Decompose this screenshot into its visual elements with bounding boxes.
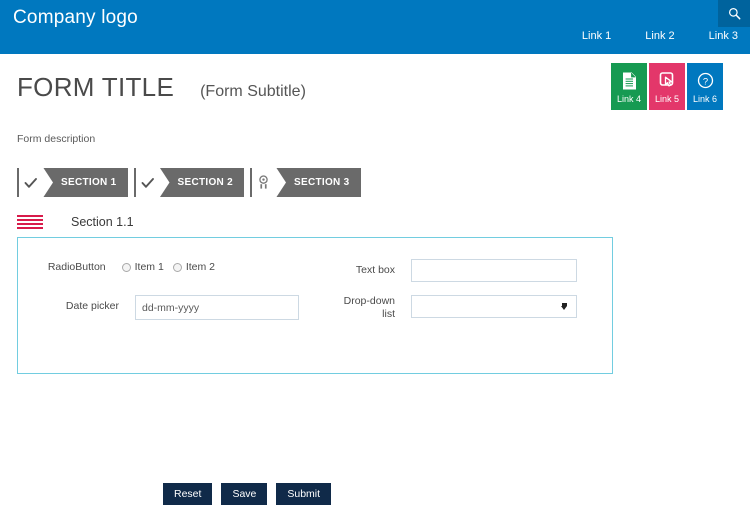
tile-link-5[interactable]: Link 5 [649,63,685,110]
date-picker-input[interactable] [135,295,299,320]
text-box-label: Text box [355,264,395,276]
section-tab-1[interactable]: SECTION 1 [17,168,128,197]
radio-option-item-2[interactable]: Item 2 [172,261,215,273]
svg-text:?: ? [702,76,707,87]
company-logo: Company logo [13,7,138,28]
subsection-header: Section 1.1 [17,215,134,229]
page-title: FORM TITLE [17,72,175,102]
page-title-row: FORM TITLE (Form Subtitle) [17,72,306,103]
submit-button[interactable]: Submit [276,483,332,505]
subsection-title: Section 1.1 [71,215,134,229]
tile-link-4[interactable]: Link 4 [611,63,647,110]
help-circle-icon: ? [697,70,714,92]
section-tabs: SECTION 1 SECTION 2 SECTION 3 [17,168,367,197]
check-icon [19,168,53,197]
check-icon [135,168,170,197]
radio-option-item-1-label: Item 1 [134,261,164,273]
page-subtitle: (Form Subtitle) [200,83,306,100]
nav-link-3[interactable]: Link 3 [709,30,738,42]
reset-button[interactable]: Reset [163,483,213,505]
save-button[interactable]: Save [221,483,268,505]
tile-link-6[interactable]: ? Link 6 [687,63,723,110]
field-text-box: Text box [323,259,603,282]
dropdown-label-line1: Drop-down [343,295,395,307]
section-tab-3-label: SECTION 3 [294,177,350,188]
radio-option-item-1[interactable]: Item 1 [121,261,164,273]
quick-link-tiles: Link 4 Link 5 ? Link 6 [611,63,723,110]
search-button[interactable] [718,0,750,27]
dropdown-label-line2: list [382,308,395,320]
tile-link-6-label: Link 6 [692,93,718,104]
section-tab-2[interactable]: SECTION 2 [133,168,244,197]
section-tab-2-label: SECTION 2 [177,177,233,188]
radio-dot-icon [172,262,182,272]
radio-dot-icon [121,262,131,272]
radio-option-item-2-label: Item 2 [185,261,215,273]
search-icon [728,7,741,20]
nav-link-2[interactable]: Link 2 [645,30,674,42]
form-actions: Reset Save Submit [163,483,340,505]
field-date-picker: Date picker [24,295,304,320]
field-dropdown: Drop-down list [323,295,603,321]
tile-link-4-label: Link 4 [616,93,642,104]
click-cursor-icon [659,70,676,92]
section-tab-3[interactable]: SECTION 3 [250,168,361,197]
site-header: Company logo Link 1 Link 2 Link 3 [0,0,750,54]
form-description: Form description [17,133,96,145]
chevron-down-icon [561,303,568,311]
radiobutton-label: RadioButton [47,261,106,273]
date-picker-label: Date picker [65,300,119,312]
header-nav: Link 1 Link 2 Link 3 [582,30,738,42]
hamburger-icon[interactable] [17,215,43,229]
form-panel: RadioButton Item 1 Item 2 Date picker Te… [17,237,613,374]
tile-link-5-label: Link 5 [654,93,680,104]
nav-link-1[interactable]: Link 1 [582,30,611,42]
field-radiobutton: RadioButton Item 1 Item 2 [24,261,224,274]
dropdown-select[interactable] [411,295,577,318]
radio-group: Item 1 Item 2 [121,261,224,273]
award-icon [252,168,286,197]
document-icon [622,70,637,92]
section-tab-1-label: SECTION 1 [61,177,117,188]
text-box-input[interactable] [411,259,577,282]
